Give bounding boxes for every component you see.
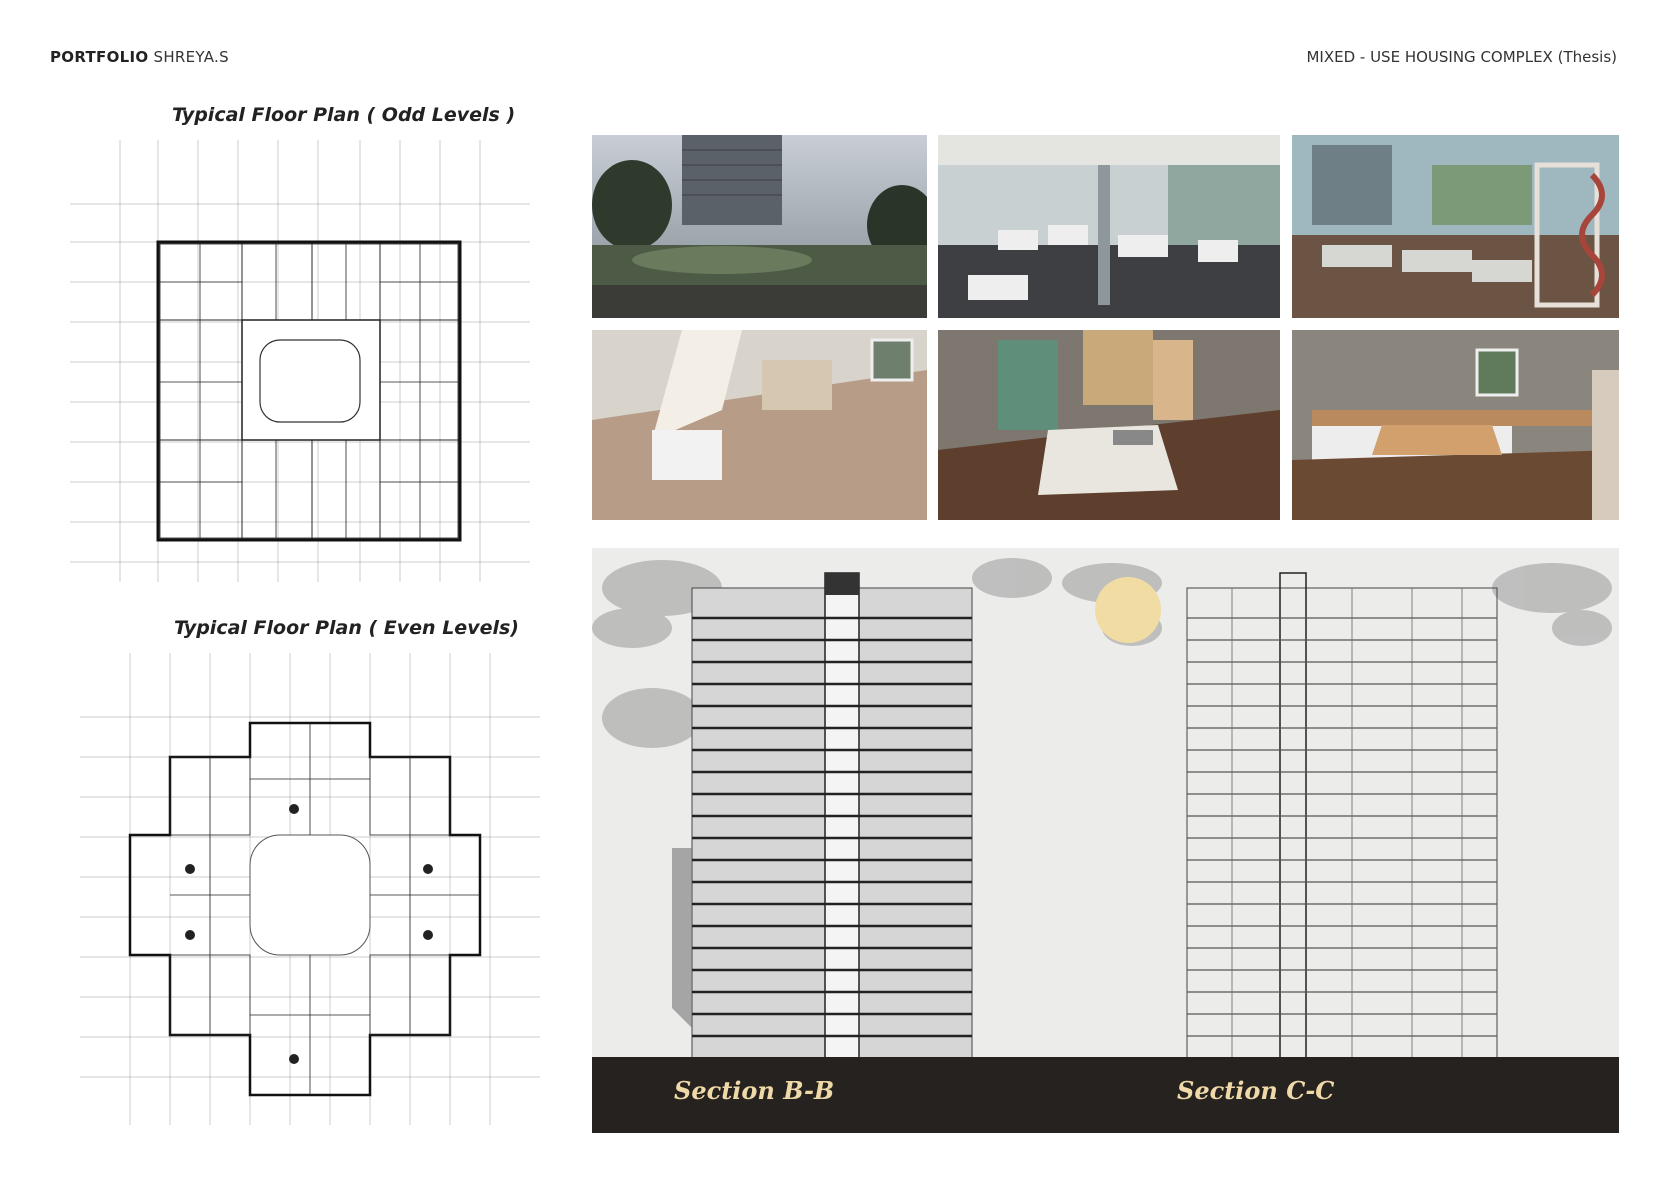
odd-plan-title: Typical Floor Plan ( Odd Levels ) xyxy=(172,104,516,126)
render-kitchen xyxy=(1292,330,1619,520)
render-exterior-tower xyxy=(592,135,927,318)
section-cc-label: Section C-C xyxy=(1177,1076,1335,1105)
render-interior-treadmills xyxy=(1292,135,1619,318)
portfolio-header: PORTFOLIO SHREYA.S xyxy=(50,48,229,66)
building-sections-drawing xyxy=(592,548,1619,1133)
render-bedroom xyxy=(938,330,1280,520)
project-title: MIXED - USE HOUSING COMPLEX (Thesis) xyxy=(1306,48,1617,66)
render-interior-gym xyxy=(938,135,1280,318)
portfolio-label: PORTFOLIO xyxy=(50,48,149,66)
author-name: SHREYA.S xyxy=(153,48,229,66)
even-floor-plan-drawing xyxy=(80,645,550,1135)
even-plan-title: Typical Floor Plan ( Even Levels) xyxy=(174,617,519,639)
section-bb-label: Section B-B xyxy=(674,1076,835,1105)
render-living-dining xyxy=(592,330,927,520)
odd-floor-plan-drawing xyxy=(70,132,540,592)
